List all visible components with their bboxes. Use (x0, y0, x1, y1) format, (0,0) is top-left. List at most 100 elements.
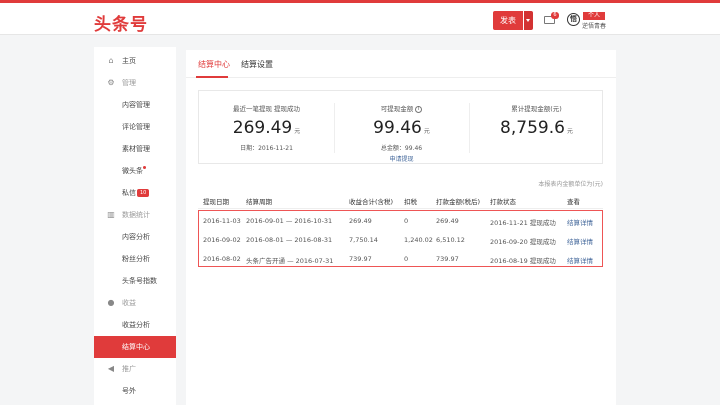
cumulative-withdrawal-amount: 8,759.6 元 (469, 118, 604, 138)
sidebar-item-account-index[interactable]: 头条号指数 (94, 270, 176, 292)
sidebar-group-statistics[interactable]: ▥ 数据统计 (94, 204, 176, 226)
amount-value: 8,759.6 (500, 118, 565, 138)
amount-unit: 元 (566, 128, 573, 135)
available-amount-label-row: 可提现金额 i (334, 103, 469, 113)
amount-unit: 元 (294, 128, 301, 135)
cell-date: 2016-08-02 (203, 255, 241, 263)
settlement-table: 提现日期 结算周期 收益合计(含税) 扣税 打款金额(税后) 打款状态 查看 2… (198, 191, 603, 267)
sidebar-group-label: 管理 (122, 79, 136, 87)
tab-settlement-center[interactable]: 结算中心 (198, 59, 230, 70)
home-icon: ⌂ (108, 56, 114, 65)
sidebar-item-income-analysis[interactable]: 收益分析 (94, 314, 176, 336)
sidebar-item-label: 号外 (122, 387, 136, 395)
cell-date: 2016-09-02 (203, 236, 241, 244)
sidebar-item-private-message[interactable]: 私信 10 (94, 182, 176, 204)
mail-count-badge: 6 (551, 12, 559, 19)
cell-status: 2016-09-20 提现成功 (490, 238, 556, 246)
sidebar: ⌂ 主页 ⚙ 管理 内容管理 评论管理 素材管理 微头条 私信 10 ▥ 数据统… (94, 47, 176, 405)
bar-chart-icon: ▥ (107, 210, 115, 219)
sidebar-item-label: 主页 (122, 57, 136, 65)
sidebar-item-label: 内容管理 (122, 101, 150, 109)
apply-withdrawal-link[interactable]: 申请提现 (334, 154, 469, 163)
account-type-tag: 个人 (583, 12, 605, 20)
cell-date: 2016-11-03 (203, 217, 241, 225)
table-row: 2016-11-03 2016-09-01 — 2016-10-31 269.4… (199, 211, 602, 230)
table-row: 2016-09-02 2016-08-01 — 2016-08-31 7,750… (199, 230, 602, 249)
sidebar-item-label: 微头条 (122, 167, 143, 175)
column-header: 扣税 (404, 198, 417, 206)
sidebar-item-content-analysis[interactable]: 内容分析 (94, 226, 176, 248)
top-header: 头条号 发表 6 悟 个人 逆悟青春 (0, 3, 720, 35)
available-amount-label: 可提现金额 (380, 105, 414, 113)
sidebar-group-label: 推广 (122, 365, 136, 373)
column-header: 结算周期 (246, 198, 272, 206)
sidebar-item-home[interactable]: ⌂ 主页 (94, 50, 176, 72)
summary-card: 最近一笔提现 提现成功 269.49 元 日期：2016-11-21 可提现金额 i… (198, 90, 603, 164)
sidebar-group-label: 收益 (122, 299, 136, 307)
column-header: 提现日期 (203, 198, 229, 206)
new-dot-icon (143, 166, 146, 169)
sidebar-item-label: 头条号指数 (122, 277, 157, 285)
sidebar-group-manage[interactable]: ⚙ 管理 (94, 72, 176, 94)
sidebar-item-label: 收益分析 (122, 321, 150, 329)
cell-income: 269.49 (349, 217, 372, 225)
table-body-highlighted: 2016-11-03 2016-09-01 — 2016-10-31 269.4… (198, 210, 603, 267)
sidebar-item-extra[interactable]: 号外 (94, 380, 176, 402)
cell-payout: 6,510.12 (436, 236, 465, 244)
sidebar-item-label: 素材管理 (122, 145, 150, 153)
megaphone-icon: ◀ (107, 364, 115, 373)
sidebar-item-micro-headline[interactable]: 微头条 (94, 160, 176, 182)
sidebar-item-comment-manage[interactable]: 评论管理 (94, 116, 176, 138)
sidebar-item-settlement-center[interactable]: 结算中心 (94, 336, 176, 358)
available-amount: 99.46 元 (334, 118, 469, 138)
cell-tax: 0 (404, 217, 409, 225)
column-header: 打款状态 (490, 198, 516, 206)
message-count-badge: 10 (137, 189, 150, 197)
tab-settlement-settings[interactable]: 结算设置 (241, 59, 273, 70)
settlement-detail-link[interactable]: 结算详情 (567, 217, 593, 227)
total-amount: 总金额：99.46 (380, 145, 423, 152)
settlement-detail-link[interactable]: 结算详情 (567, 255, 593, 265)
sidebar-item-label: 评论管理 (122, 123, 150, 131)
info-icon[interactable]: i (415, 105, 423, 113)
table-row: 2016-08-02 头条广告开通 — 2016-07-31 739.97 0 … (199, 249, 602, 268)
gear-icon: ⚙ (107, 78, 115, 87)
sidebar-group-income[interactable]: ● 收益 (94, 292, 176, 314)
cumulative-withdrawal-label: 累计提现金额(元) (511, 105, 562, 113)
cell-income: 739.97 (349, 255, 372, 263)
brand-logo[interactable]: 头条号 (94, 10, 148, 35)
sidebar-item-material-manage[interactable]: 素材管理 (94, 138, 176, 160)
cell-payout: 269.49 (436, 217, 459, 225)
cell-payout: 739.97 (436, 255, 459, 263)
cell-tax: 0 (404, 255, 409, 263)
avatar[interactable]: 悟 (567, 13, 580, 26)
cell-period: 2016-08-01 — 2016-08-31 (246, 236, 333, 244)
last-withdrawal-label: 最近一笔提现 提现成功 (232, 105, 301, 113)
sidebar-item-label: 私信 (122, 189, 136, 197)
publish-button[interactable]: 发表 (493, 11, 523, 30)
settlement-detail-link[interactable]: 结算详情 (567, 236, 593, 246)
sidebar-item-label: 结算中心 (122, 343, 150, 351)
column-header: 打款金额(税后) (436, 198, 481, 206)
column-header: 查看 (567, 198, 580, 206)
sidebar-item-content-manage[interactable]: 内容管理 (94, 94, 176, 116)
last-withdrawal-summary: 最近一笔提现 提现成功 269.49 元 日期：2016-11-21 (199, 91, 334, 165)
active-tab-indicator (196, 76, 228, 78)
cell-period: 头条广告开通 — 2016-07-31 (246, 257, 334, 265)
amount-unit: 元 (423, 128, 430, 135)
available-amount-summary: 可提现金额 i 99.46 元 总金额：99.46 申请提现 (334, 91, 469, 165)
user-name[interactable]: 逆悟青春 (582, 21, 606, 30)
sidebar-item-label: 内容分析 (122, 233, 150, 241)
currency-note: 本报表内金额单位为(元) (538, 181, 603, 188)
coin-icon: ● (107, 298, 115, 307)
sidebar-item-fans-analysis[interactable]: 粉丝分析 (94, 248, 176, 270)
cell-income: 7,750.14 (349, 236, 378, 244)
last-withdrawal-date: 日期：2016-11-21 (240, 145, 293, 152)
table-header: 提现日期 结算周期 收益合计(含税) 扣税 打款金额(税后) 打款状态 查看 (198, 191, 603, 209)
cell-status: 2016-08-19 提现成功 (490, 257, 556, 265)
publish-dropdown-caret-icon[interactable] (524, 11, 533, 30)
cell-period: 2016-09-01 — 2016-10-31 (246, 217, 333, 225)
sidebar-group-promotion[interactable]: ◀ 推广 (94, 358, 176, 380)
cell-status: 2016-11-21 提现成功 (490, 219, 556, 227)
sidebar-item-label: 粉丝分析 (122, 255, 150, 263)
